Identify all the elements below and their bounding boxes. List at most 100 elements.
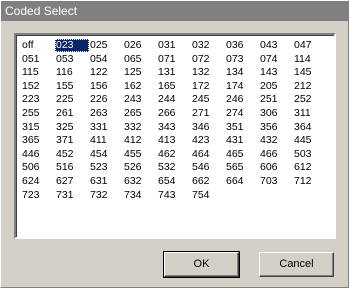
code-item[interactable]: 212 (293, 80, 327, 93)
cancel-button[interactable]: Cancel (259, 252, 334, 277)
code-item[interactable]: 053 (55, 53, 89, 66)
code-item[interactable]: 132 (191, 66, 225, 79)
code-item[interactable]: 156 (89, 80, 123, 93)
code-item[interactable]: 172 (191, 80, 225, 93)
code-item[interactable]: 331 (89, 121, 123, 134)
code-item[interactable]: 265 (123, 107, 157, 120)
code-item[interactable]: 071 (157, 53, 191, 66)
code-item[interactable]: 462 (157, 148, 191, 161)
code-item[interactable]: 205 (259, 80, 293, 93)
code-item[interactable]: 465 (225, 148, 259, 161)
code-item[interactable]: 624 (21, 175, 55, 188)
code-item[interactable]: 445 (293, 134, 327, 147)
code-item[interactable]: 274 (225, 107, 259, 120)
code-item[interactable]: 516 (55, 161, 89, 174)
code-item[interactable]: 054 (89, 53, 123, 66)
code-item[interactable]: 073 (225, 53, 259, 66)
code-item[interactable]: 612 (293, 161, 327, 174)
code-item[interactable]: 244 (157, 93, 191, 106)
code-item[interactable]: 723 (21, 189, 55, 202)
code-item[interactable]: 271 (191, 107, 225, 120)
code-item[interactable]: 225 (55, 93, 89, 106)
code-item[interactable]: 431 (225, 134, 259, 147)
code-item[interactable]: 315 (21, 121, 55, 134)
code-item[interactable]: 162 (123, 80, 157, 93)
code-list[interactable]: off 023 025 026 031 032 036 043 047 051 053 054 065 0… (14, 33, 336, 239)
code-item[interactable]: 226 (89, 93, 123, 106)
code-item[interactable]: 565 (225, 161, 259, 174)
code-item[interactable]: 134 (225, 66, 259, 79)
code-item[interactable]: 246 (225, 93, 259, 106)
code-item[interactable]: 627 (55, 175, 89, 188)
code-item[interactable]: 662 (191, 175, 225, 188)
code-item[interactable]: 364 (293, 121, 327, 134)
code-item[interactable]: 506 (21, 161, 55, 174)
code-item[interactable]: 356 (259, 121, 293, 134)
code-item[interactable]: 754 (191, 189, 225, 202)
code-item[interactable]: 072 (191, 53, 225, 66)
code-item[interactable]: 731 (55, 189, 89, 202)
code-item[interactable]: 032 (191, 39, 225, 52)
code-item[interactable]: 251 (259, 93, 293, 106)
code-item[interactable]: 031 (157, 39, 191, 52)
code-item[interactable]: 734 (123, 189, 157, 202)
code-item-selected[interactable]: 023 (55, 39, 89, 52)
code-item[interactable]: 743 (157, 189, 191, 202)
code-item[interactable]: 452 (55, 148, 89, 161)
code-item[interactable]: 311 (293, 107, 327, 120)
code-item[interactable]: 145 (293, 66, 327, 79)
code-item[interactable]: 654 (157, 175, 191, 188)
code-item[interactable]: 455 (123, 148, 157, 161)
code-item[interactable]: 703 (259, 175, 293, 188)
code-item[interactable]: 131 (157, 66, 191, 79)
code-item[interactable]: 631 (89, 175, 123, 188)
code-item[interactable]: 712 (293, 175, 327, 188)
code-item[interactable]: 051 (21, 53, 55, 66)
code-item[interactable]: 152 (21, 80, 55, 93)
ok-button[interactable]: OK (163, 251, 240, 278)
code-item[interactable]: 114 (293, 53, 327, 66)
code-item[interactable]: 074 (259, 53, 293, 66)
code-item[interactable]: 526 (123, 161, 157, 174)
code-item[interactable]: 503 (293, 148, 327, 161)
code-item[interactable]: 325 (55, 121, 89, 134)
code-item[interactable]: 143 (259, 66, 293, 79)
code-item[interactable]: 343 (157, 121, 191, 134)
code-item[interactable]: 065 (123, 53, 157, 66)
code-item[interactable]: 413 (157, 134, 191, 147)
code-item[interactable]: 266 (157, 107, 191, 120)
code-item[interactable]: 025 (89, 39, 123, 52)
code-item[interactable]: 606 (259, 161, 293, 174)
code-item[interactable]: 546 (191, 161, 225, 174)
code-item[interactable]: 532 (157, 161, 191, 174)
code-item[interactable]: 454 (89, 148, 123, 161)
code-item[interactable]: 466 (259, 148, 293, 161)
code-item[interactable]: 412 (123, 134, 157, 147)
code-item[interactable]: 165 (157, 80, 191, 93)
code-item[interactable]: 664 (225, 175, 259, 188)
code-item[interactable]: 047 (293, 39, 327, 52)
code-item[interactable]: 115 (21, 66, 55, 79)
code-item[interactable]: 351 (225, 121, 259, 134)
code-item[interactable]: 036 (225, 39, 259, 52)
code-item[interactable]: 346 (191, 121, 225, 134)
code-item[interactable]: 155 (55, 80, 89, 93)
code-item[interactable]: 371 (55, 134, 89, 147)
code-item[interactable]: 125 (123, 66, 157, 79)
code-item[interactable]: 255 (21, 107, 55, 120)
code-item[interactable]: 423 (191, 134, 225, 147)
code-item[interactable]: 122 (89, 66, 123, 79)
code-item[interactable]: 043 (259, 39, 293, 52)
code-item[interactable]: 632 (123, 175, 157, 188)
code-item[interactable]: 252 (293, 93, 327, 106)
code-item[interactable]: 332 (123, 121, 157, 134)
code-item[interactable]: 523 (89, 161, 123, 174)
code-item[interactable]: 245 (191, 93, 225, 106)
code-item[interactable]: off (21, 39, 55, 52)
code-item[interactable]: 223 (21, 93, 55, 106)
code-item[interactable]: 116 (55, 66, 89, 79)
code-item[interactable]: 263 (89, 107, 123, 120)
code-item[interactable]: 306 (259, 107, 293, 120)
code-item[interactable]: 446 (21, 148, 55, 161)
code-item[interactable]: 261 (55, 107, 89, 120)
